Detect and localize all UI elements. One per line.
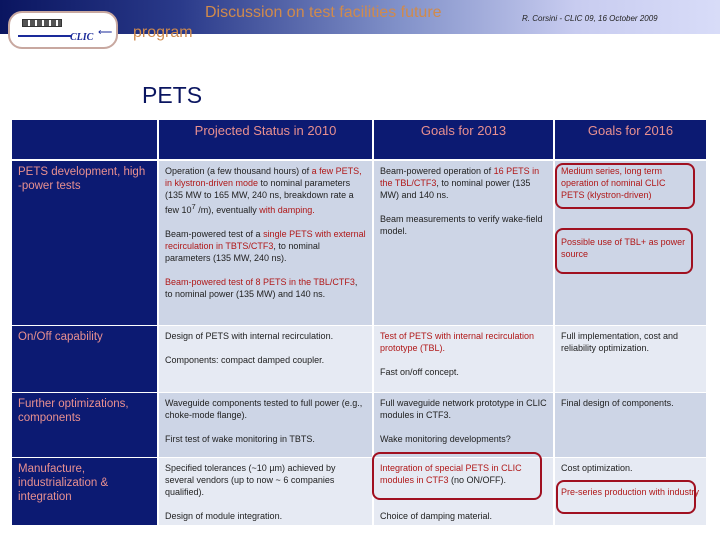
col-header-2013: Goals for 2013 bbox=[374, 120, 553, 159]
header-empty bbox=[12, 120, 157, 159]
cell-2013-pets: Beam-powered operation of 16 PETS in the… bbox=[374, 161, 553, 325]
cell-2010-onoff: Design of PETS with internal recirculati… bbox=[159, 326, 372, 392]
cell-2016-optimizations: Final design of components. bbox=[555, 393, 706, 457]
row-label-manufacture: Manufacture, industrialization & integra… bbox=[12, 458, 157, 525]
clic-logo: ⟵ CLIC bbox=[8, 11, 118, 49]
slide-header-title: Discussion on test facilities future bbox=[205, 4, 442, 21]
row-label-optimizations: Further optimizations, components bbox=[12, 393, 157, 457]
cell-2016-onoff: Full implementation, cost and reliabilit… bbox=[555, 326, 706, 392]
slide-title: PETS bbox=[142, 82, 203, 108]
slide-header-title-cont: program bbox=[133, 24, 193, 41]
col-header-2016: Goals for 2016 bbox=[555, 120, 706, 159]
highlight-box bbox=[372, 452, 542, 500]
col-header-2010: Projected Status in 2010 bbox=[159, 120, 372, 159]
highlight-box bbox=[556, 480, 696, 514]
cell-2013-optimizations: Full waveguide network prototype in CLIC… bbox=[374, 393, 553, 457]
row-label-onoff: On/Off capability bbox=[12, 326, 157, 392]
author-date: R. Corsini - CLIC 09, 16 October 2009 bbox=[522, 14, 658, 23]
cell-2010-pets: Operation (a few thousand hours) of a fe… bbox=[159, 161, 372, 325]
cell-2013-onoff: Test of PETS with internal recirculation… bbox=[374, 326, 553, 392]
highlight-box bbox=[555, 163, 695, 209]
row-label-pets-development: PETS development, high -power tests bbox=[12, 161, 157, 325]
highlight-box bbox=[555, 228, 693, 274]
cell-2010-optimizations: Waveguide components tested to full powe… bbox=[159, 393, 372, 457]
cell-2010-manufacture: Specified tolerances (~10 µm) achieved b… bbox=[159, 458, 372, 525]
